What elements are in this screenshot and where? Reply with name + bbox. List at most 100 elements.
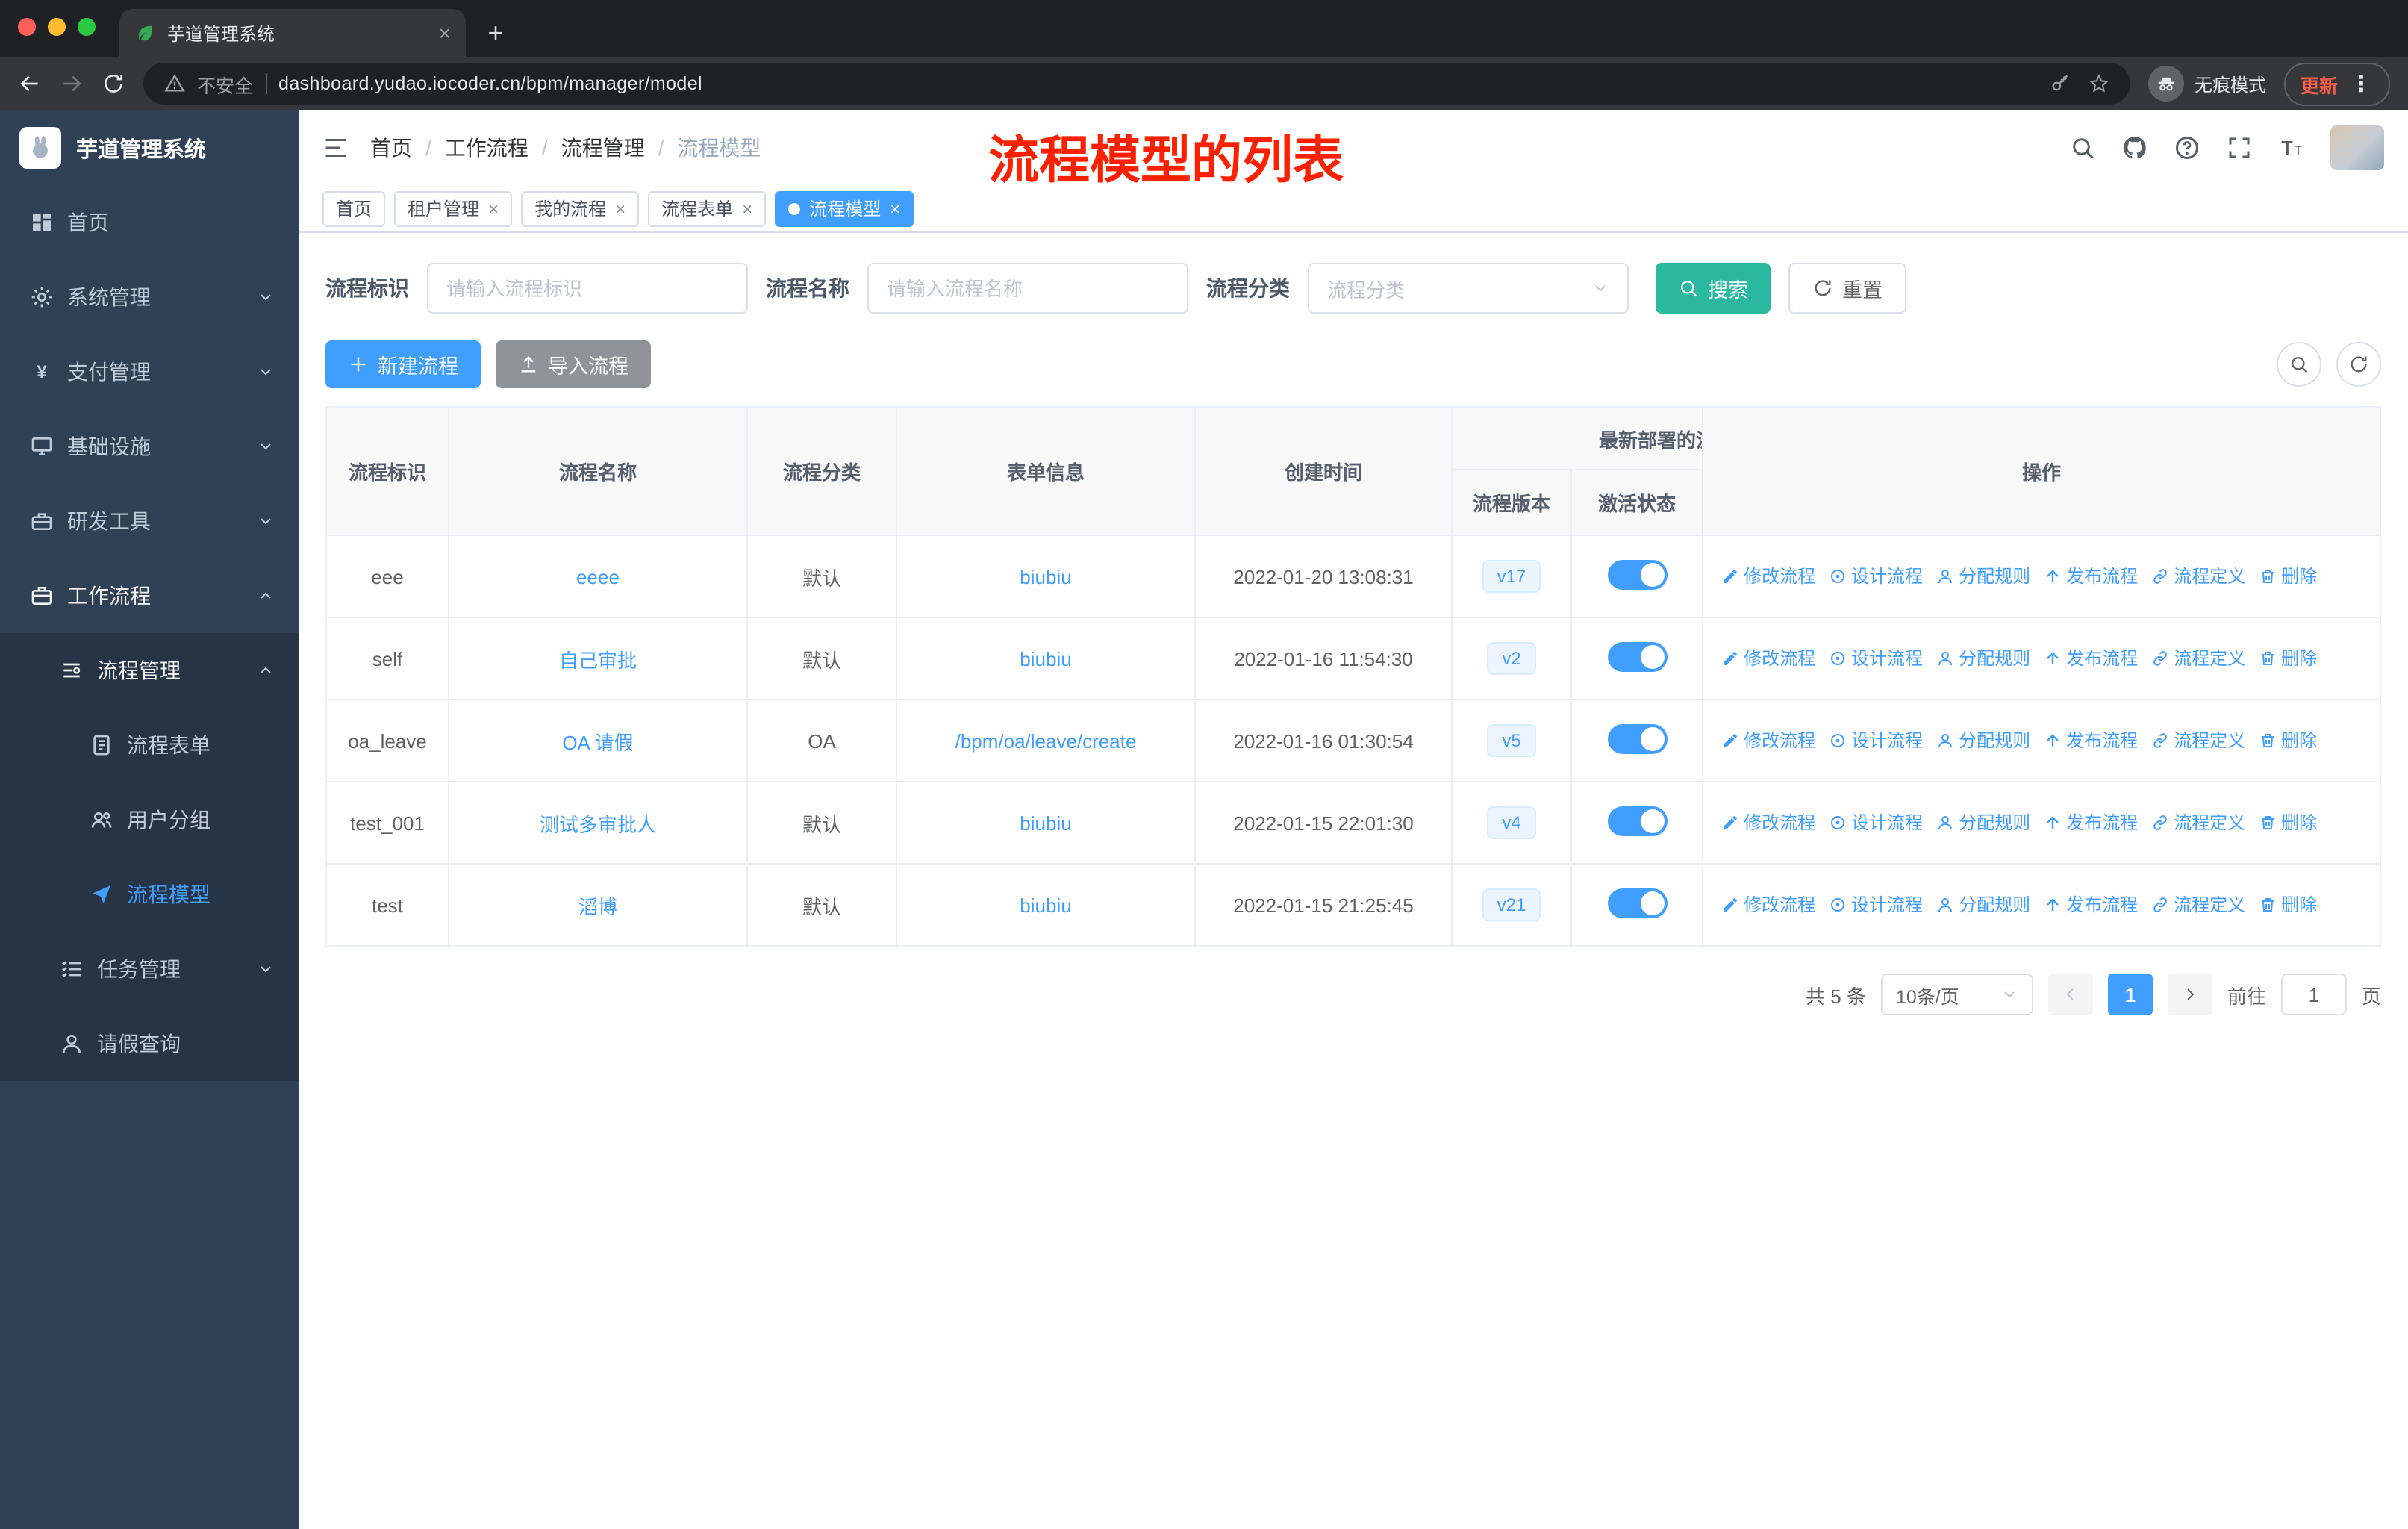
process-name-link[interactable]: OA 请假 (562, 731, 633, 753)
sidebar-item-dev-tools[interactable]: 研发工具 (0, 484, 299, 558)
zoom-window-button[interactable] (78, 17, 96, 35)
minimize-window-button[interactable] (48, 17, 66, 35)
definition-process-link[interactable]: 流程定义 (2151, 810, 2245, 835)
sidebar-item-workflow[interactable]: 工作流程 (0, 558, 299, 633)
delete-process-link[interactable]: 删除 (2259, 728, 2317, 753)
page-size-select[interactable]: 10条/页 (1880, 974, 2033, 1015)
form-info-link[interactable]: biubiu (1020, 647, 1071, 670)
delete-process-link[interactable]: 删除 (2259, 646, 2317, 671)
page-1-button[interactable]: 1 (2107, 974, 2153, 1015)
browser-tab[interactable]: 芋道管理系统 × (119, 9, 466, 57)
publish-process-link[interactable]: 发布流程 (2044, 892, 2138, 918)
publish-process-link[interactable]: 发布流程 (2044, 646, 2138, 671)
sidebar-item-task-management[interactable]: 任务管理 (0, 932, 299, 1006)
tag-close-icon[interactable]: × (890, 199, 900, 217)
breadcrumb-item[interactable]: 工作流程 (445, 133, 528, 163)
import-process-button[interactable]: 导入流程 (496, 340, 651, 388)
modify-process-link[interactable]: 修改流程 (1721, 810, 1815, 835)
refresh-table-button[interactable] (2336, 342, 2381, 387)
assign-process-link[interactable]: 分配规则 (1936, 810, 2030, 835)
create-process-button[interactable]: 新建流程 (325, 340, 481, 388)
delete-process-link[interactable]: 删除 (2259, 810, 2317, 835)
security-warning-icon[interactable] (164, 73, 185, 94)
goto-page-input[interactable] (2280, 974, 2347, 1015)
breadcrumb-item[interactable]: 流程管理 (561, 133, 645, 163)
view-tag[interactable]: 流程模型 × (775, 190, 914, 226)
font-size-icon[interactable] (2278, 134, 2305, 161)
design-process-link[interactable]: 设计流程 (1829, 646, 1923, 671)
sidebar-item-process-model[interactable]: 流程模型 (0, 857, 299, 932)
sidebar-item-home[interactable]: 首页 (0, 185, 299, 260)
back-icon[interactable] (18, 72, 42, 96)
modify-process-link[interactable]: 修改流程 (1721, 646, 1815, 671)
process-key-input[interactable] (427, 263, 748, 314)
avatar[interactable] (2330, 125, 2384, 170)
active-toggle[interactable] (1607, 888, 1667, 918)
forward-icon[interactable] (60, 72, 84, 96)
process-name-link[interactable]: 自己审批 (559, 649, 637, 671)
active-toggle[interactable] (1607, 723, 1667, 753)
sidebar-item-process-management[interactable]: 流程管理 (0, 633, 299, 708)
password-key-icon[interactable] (2050, 73, 2071, 94)
process-name-link[interactable]: 滔博 (578, 895, 617, 918)
process-name-link[interactable]: eeee (576, 565, 620, 588)
github-icon[interactable] (2121, 134, 2148, 161)
process-name-input[interactable] (867, 263, 1188, 314)
delete-process-link[interactable]: 删除 (2259, 564, 2317, 589)
assign-process-link[interactable]: 分配规则 (1936, 646, 2030, 671)
browser-menu-icon[interactable]: ⋮ (2350, 70, 2374, 97)
tab-close-icon[interactable]: × (439, 22, 451, 43)
view-tag[interactable]: 我的流程 × (521, 190, 640, 226)
sidebar-item-payment-management[interactable]: 支付管理 (0, 334, 299, 409)
reload-icon[interactable] (102, 72, 125, 96)
definition-process-link[interactable]: 流程定义 (2151, 564, 2245, 589)
tag-close-icon[interactable]: × (488, 199, 499, 217)
publish-process-link[interactable]: 发布流程 (2044, 810, 2138, 835)
assign-process-link[interactable]: 分配规则 (1936, 728, 2030, 753)
active-toggle[interactable] (1607, 559, 1667, 589)
view-tag[interactable]: 流程表单 × (648, 190, 767, 226)
modify-process-link[interactable]: 修改流程 (1721, 564, 1815, 589)
sidebar-collapse-icon[interactable] (322, 134, 349, 161)
tag-close-icon[interactable]: × (615, 199, 626, 217)
search-button[interactable]: 搜索 (1656, 263, 1771, 314)
design-process-link[interactable]: 设计流程 (1829, 564, 1923, 589)
active-toggle[interactable] (1607, 806, 1667, 835)
active-toggle[interactable] (1607, 641, 1667, 671)
modify-process-link[interactable]: 修改流程 (1721, 892, 1815, 918)
new-tab-button[interactable]: + (475, 12, 517, 54)
definition-process-link[interactable]: 流程定义 (2151, 728, 2245, 753)
definition-process-link[interactable]: 流程定义 (2151, 646, 2245, 671)
view-tag[interactable]: 首页 (322, 190, 386, 226)
tag-close-icon[interactable]: × (742, 199, 752, 217)
address-bar[interactable]: 不安全 dashboard.yudao.iocoder.cn/bpm/manag… (143, 63, 2130, 105)
assign-process-link[interactable]: 分配规则 (1936, 892, 2030, 918)
search-icon[interactable] (2069, 134, 2096, 161)
close-window-button[interactable] (18, 17, 36, 35)
view-tag[interactable]: 租户管理 × (394, 190, 513, 226)
reset-button[interactable]: 重置 (1788, 263, 1906, 314)
design-process-link[interactable]: 设计流程 (1829, 728, 1923, 753)
next-page-button[interactable] (2167, 974, 2212, 1015)
fullscreen-icon[interactable] (2226, 134, 2253, 161)
design-process-link[interactable]: 设计流程 (1829, 892, 1923, 918)
breadcrumb-item[interactable]: 首页 (370, 133, 412, 163)
form-info-link[interactable]: biubiu (1020, 894, 1071, 916)
bookmark-star-icon[interactable] (2089, 73, 2109, 94)
delete-process-link[interactable]: 删除 (2259, 892, 2317, 918)
update-button[interactable]: 更新 ⋮ (2283, 62, 2390, 105)
publish-process-link[interactable]: 发布流程 (2044, 728, 2138, 753)
process-name-link[interactable]: 测试多审批人 (540, 813, 656, 835)
publish-process-link[interactable]: 发布流程 (2044, 564, 2138, 589)
assign-process-link[interactable]: 分配规则 (1936, 564, 2030, 589)
sidebar-item-process-form[interactable]: 流程表单 (0, 708, 299, 782)
form-info-link[interactable]: /bpm/oa/leave/create (955, 729, 1137, 752)
modify-process-link[interactable]: 修改流程 (1721, 728, 1815, 753)
sidebar-item-user-group[interactable]: 用户分组 (0, 782, 299, 857)
design-process-link[interactable]: 设计流程 (1829, 810, 1923, 835)
sidebar-item-system-management[interactable]: 系统管理 (0, 260, 299, 334)
prev-page-button[interactable] (2047, 974, 2093, 1015)
sidebar-item-leave-query[interactable]: 请假查询 (0, 1006, 299, 1081)
help-icon[interactable] (2174, 134, 2200, 161)
process-category-select[interactable]: 流程分类 (1308, 263, 1629, 314)
